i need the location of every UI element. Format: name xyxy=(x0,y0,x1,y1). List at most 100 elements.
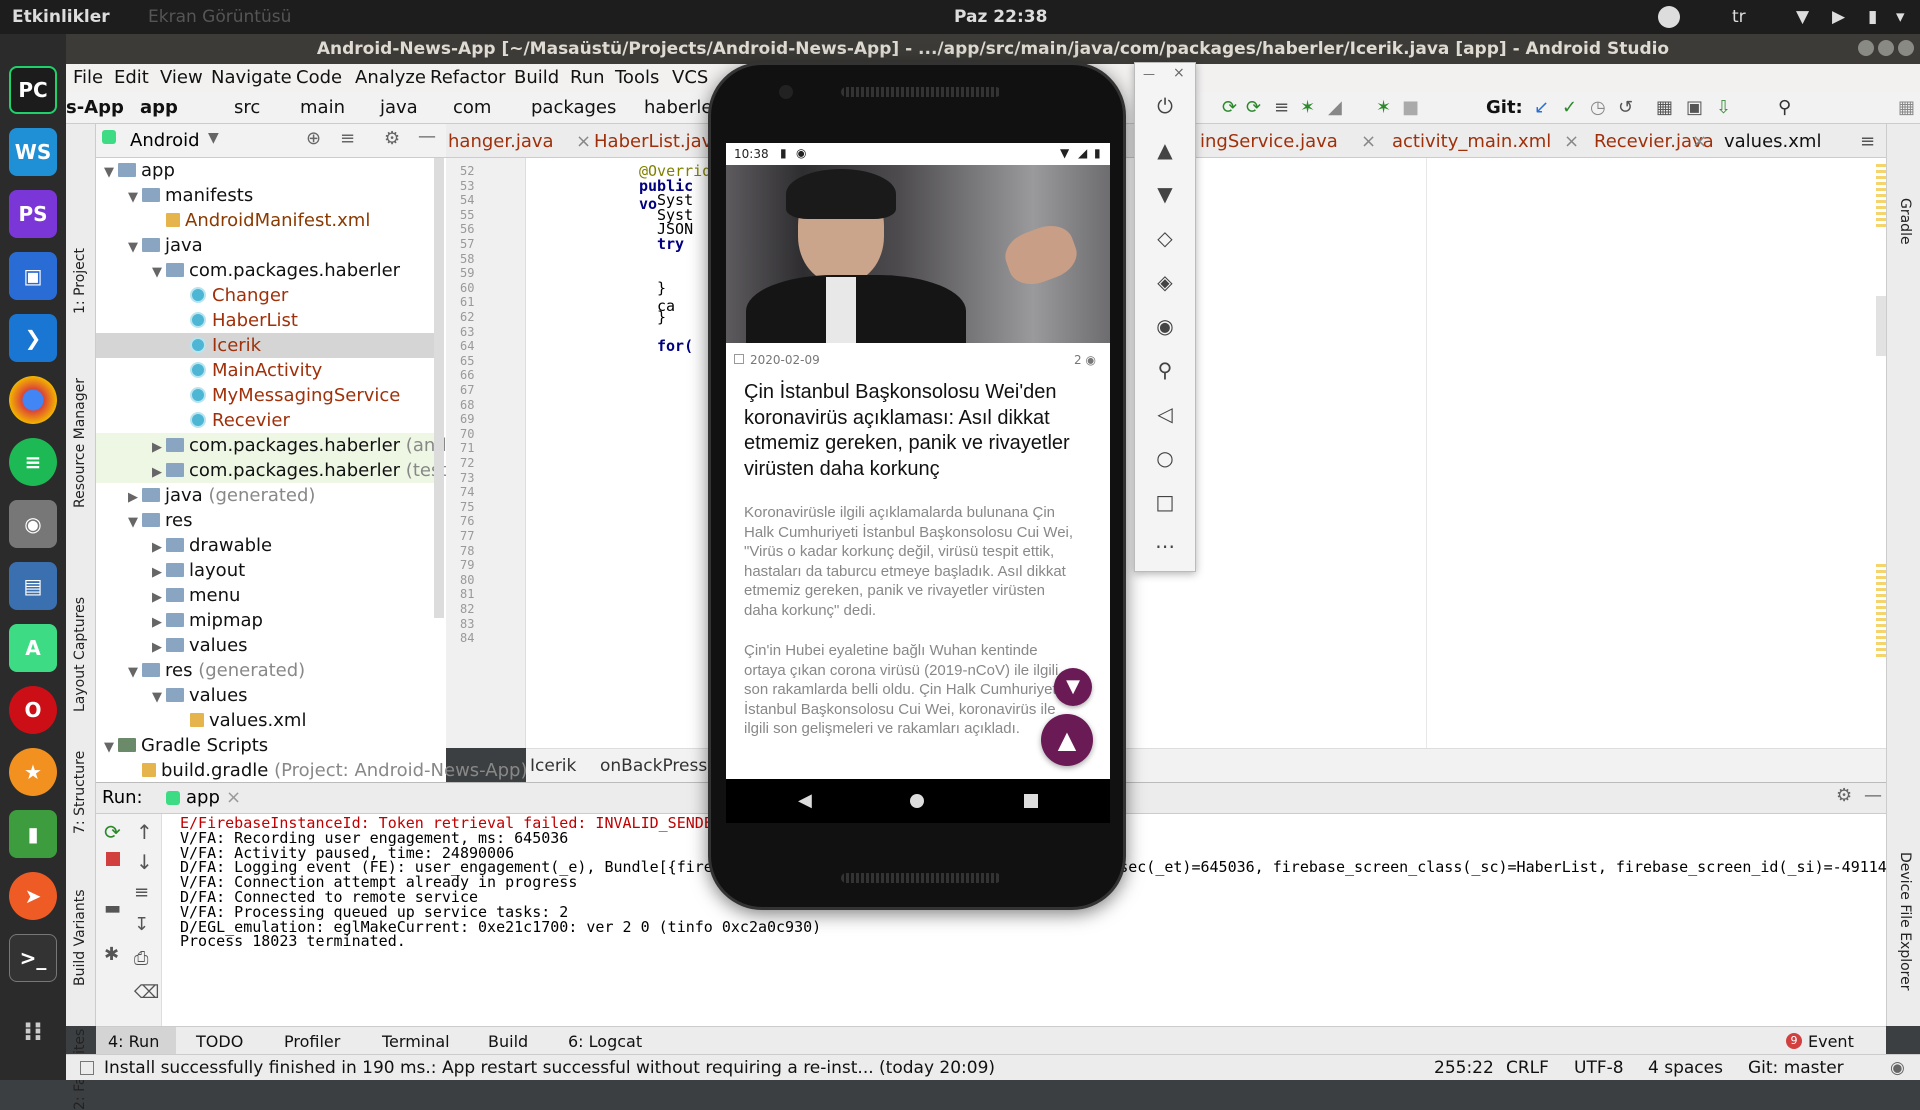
opera-icon[interactable]: O xyxy=(9,686,57,734)
battery-icon[interactable]: ▮ xyxy=(1868,7,1877,27)
device-file-explorer-tab[interactable]: Device File Explorer xyxy=(1897,852,1913,991)
home-icon[interactable]: ○ xyxy=(1152,445,1178,471)
gradle-tab[interactable]: Gradle xyxy=(1897,198,1913,245)
camera-icon[interactable]: ◉ xyxy=(9,500,57,548)
show-apps-icon[interactable]: ⁝⁝ xyxy=(9,1008,57,1056)
project-view-select[interactable]: Android xyxy=(130,130,200,151)
git-history-icon[interactable]: ◷ xyxy=(1590,97,1606,118)
power-icon[interactable]: ▾ xyxy=(1896,7,1905,27)
power-icon[interactable]: ⏻ xyxy=(1152,93,1178,119)
project-tree-item[interactable]: MyMessagingService xyxy=(96,383,434,408)
project-tree-item[interactable]: Changer xyxy=(96,283,434,308)
git-rollback-icon[interactable]: ↺ xyxy=(1618,97,1633,118)
layout-icon[interactable]: ▬ xyxy=(104,898,121,919)
collapse-all-icon[interactable]: ≡ xyxy=(340,128,355,149)
project-tree-item[interactable]: build.gradle (Project: Android-News-App) xyxy=(96,758,527,783)
breadcrumb-class[interactable]: Icerik xyxy=(530,756,576,776)
nav-project[interactable]: s-App xyxy=(66,97,124,118)
soft-wrap-icon[interactable]: ≡ xyxy=(134,882,149,903)
vscode-icon[interactable]: ❯ xyxy=(9,314,57,362)
chevron-down-icon[interactable]: ▼ xyxy=(128,235,142,260)
layout-inspector-icon[interactable]: ▦ xyxy=(1898,97,1915,118)
project-tree-item[interactable]: MainActivity xyxy=(96,358,434,383)
pycharm-icon[interactable]: PC xyxy=(9,66,57,114)
resource-manager-tab[interactable]: Resource Manager xyxy=(72,378,88,508)
nav-app[interactable]: app xyxy=(140,97,178,118)
tab-activity-main[interactable]: activity_main.xml xyxy=(1392,131,1551,152)
notes-icon[interactable]: ▮ xyxy=(9,810,57,858)
run-tab[interactable]: 4: Run xyxy=(108,1032,159,1051)
menu-code[interactable]: Code xyxy=(296,67,342,88)
rerun-icon[interactable]: ⟳ xyxy=(104,820,121,844)
status-panel-toggle-icon[interactable] xyxy=(80,1061,94,1075)
project-tree-item[interactable]: ▼ java xyxy=(96,233,434,258)
virtualbox-icon[interactable]: ▣ xyxy=(9,252,57,300)
git-branch[interactable]: Git: master xyxy=(1748,1058,1844,1078)
project-tree-item[interactable]: ▶ menu xyxy=(96,583,434,608)
close-icon[interactable]: × xyxy=(226,787,241,808)
up-arrow-icon[interactable]: ↑ xyxy=(136,820,153,844)
chevron-right-icon[interactable]: ▶ xyxy=(152,535,166,560)
rotate-left-icon[interactable]: ◇ xyxy=(1152,225,1178,251)
project-tree-item[interactable]: ▼ Gradle Scripts xyxy=(96,733,434,758)
chevron-right-icon[interactable]: ▶ xyxy=(128,485,142,510)
caret-position[interactable]: 255:22 xyxy=(1434,1058,1494,1078)
lock-icon[interactable]: ◉ xyxy=(1890,1058,1905,1078)
chevron-right-icon[interactable]: ▶ xyxy=(152,435,166,460)
project-tree-item[interactable]: ▶ values xyxy=(96,633,434,658)
apply-changes-icon[interactable]: ⟳ xyxy=(1222,97,1237,118)
nav-src[interactable]: src xyxy=(234,97,260,118)
project-tree-item[interactable]: values.xml xyxy=(96,708,434,733)
structure-tab[interactable]: 7: Structure xyxy=(72,751,88,834)
build-variants-tab[interactable]: Build Variants xyxy=(72,889,88,986)
attach-debugger-icon[interactable]: ✶ xyxy=(1376,97,1391,118)
menu-analyze[interactable]: Analyze xyxy=(355,67,426,88)
menu-tools[interactable]: Tools xyxy=(615,67,659,88)
line-separator[interactable]: CRLF xyxy=(1506,1058,1549,1078)
project-tree-item[interactable]: Icerik xyxy=(96,333,434,358)
logcat-tab[interactable]: 6: Logcat xyxy=(568,1032,642,1051)
nav-java[interactable]: java xyxy=(380,97,418,118)
gradle-sync-icon[interactable]: ≡ xyxy=(1274,97,1289,118)
menu-view[interactable]: View xyxy=(160,67,203,88)
clock[interactable]: Paz 22:38 xyxy=(954,7,1047,27)
menu-edit[interactable]: Edit xyxy=(114,67,149,88)
project-tree-item[interactable]: ▶ com.packages.haberler (test) xyxy=(96,458,454,485)
menu-build[interactable]: Build xyxy=(514,67,559,88)
home-icon[interactable] xyxy=(910,794,924,808)
spotify-icon[interactable]: ≡ xyxy=(9,438,57,486)
zoom-icon[interactable]: ⚲ xyxy=(1152,357,1178,383)
minimize-button[interactable] xyxy=(1858,40,1874,56)
todo-tab[interactable]: TODO xyxy=(196,1032,243,1051)
profile-icon[interactable]: ◢ xyxy=(1328,97,1342,118)
like-fab[interactable]: ▲ xyxy=(1041,714,1093,766)
avd-manager-icon[interactable]: ▣ xyxy=(1686,97,1703,118)
project-tree-item[interactable]: ▼ manifests xyxy=(96,183,434,208)
project-tree-item[interactable]: ▼ com.packages.haberler xyxy=(96,258,434,283)
status-message[interactable]: Install successfully finished in 190 ms.… xyxy=(104,1058,995,1078)
tab-messaging-service[interactable]: ingService.java xyxy=(1200,131,1338,152)
scroll-to-end-icon[interactable]: ↧ xyxy=(134,914,149,935)
nav-packages[interactable]: packages xyxy=(531,97,616,118)
tab-haberlist[interactable]: HaberList.java xyxy=(594,131,723,152)
project-tree-item[interactable]: ▶ mipmap xyxy=(96,608,434,633)
tab-values-xml[interactable]: values.xml xyxy=(1724,131,1821,152)
project-tree-item[interactable]: ▼ res (generated) xyxy=(96,658,434,683)
dislike-fab[interactable]: ▼ xyxy=(1054,668,1092,706)
emulator-screen[interactable]: 10:38 ▮ ◉ ▼ ◢ ▮ 2020-02-09 2 ◉ Çin İstan… xyxy=(726,143,1110,823)
profiler-tab[interactable]: Profiler xyxy=(284,1032,340,1051)
pin-icon[interactable]: ✱ xyxy=(104,944,119,965)
tree-scrollbar[interactable] xyxy=(434,158,444,618)
menu-run[interactable]: Run xyxy=(570,67,605,88)
hide-panel-icon[interactable]: — xyxy=(418,126,436,147)
chevron-right-icon[interactable]: ▶ xyxy=(152,460,166,485)
project-tool-tab[interactable]: 1: Project xyxy=(72,248,88,314)
chevron-down-icon[interactable]: ▼ xyxy=(208,130,219,146)
menu-file[interactable]: File xyxy=(73,67,103,88)
search-everywhere-icon[interactable]: ⚲ xyxy=(1778,97,1791,118)
chevron-down-icon[interactable]: ▼ xyxy=(104,735,118,760)
chevron-right-icon[interactable]: ▶ xyxy=(152,585,166,610)
trash-icon[interactable]: ⌫ xyxy=(134,982,159,1003)
nav-main[interactable]: main xyxy=(300,97,345,118)
chevron-down-icon[interactable]: ▼ xyxy=(128,510,142,535)
